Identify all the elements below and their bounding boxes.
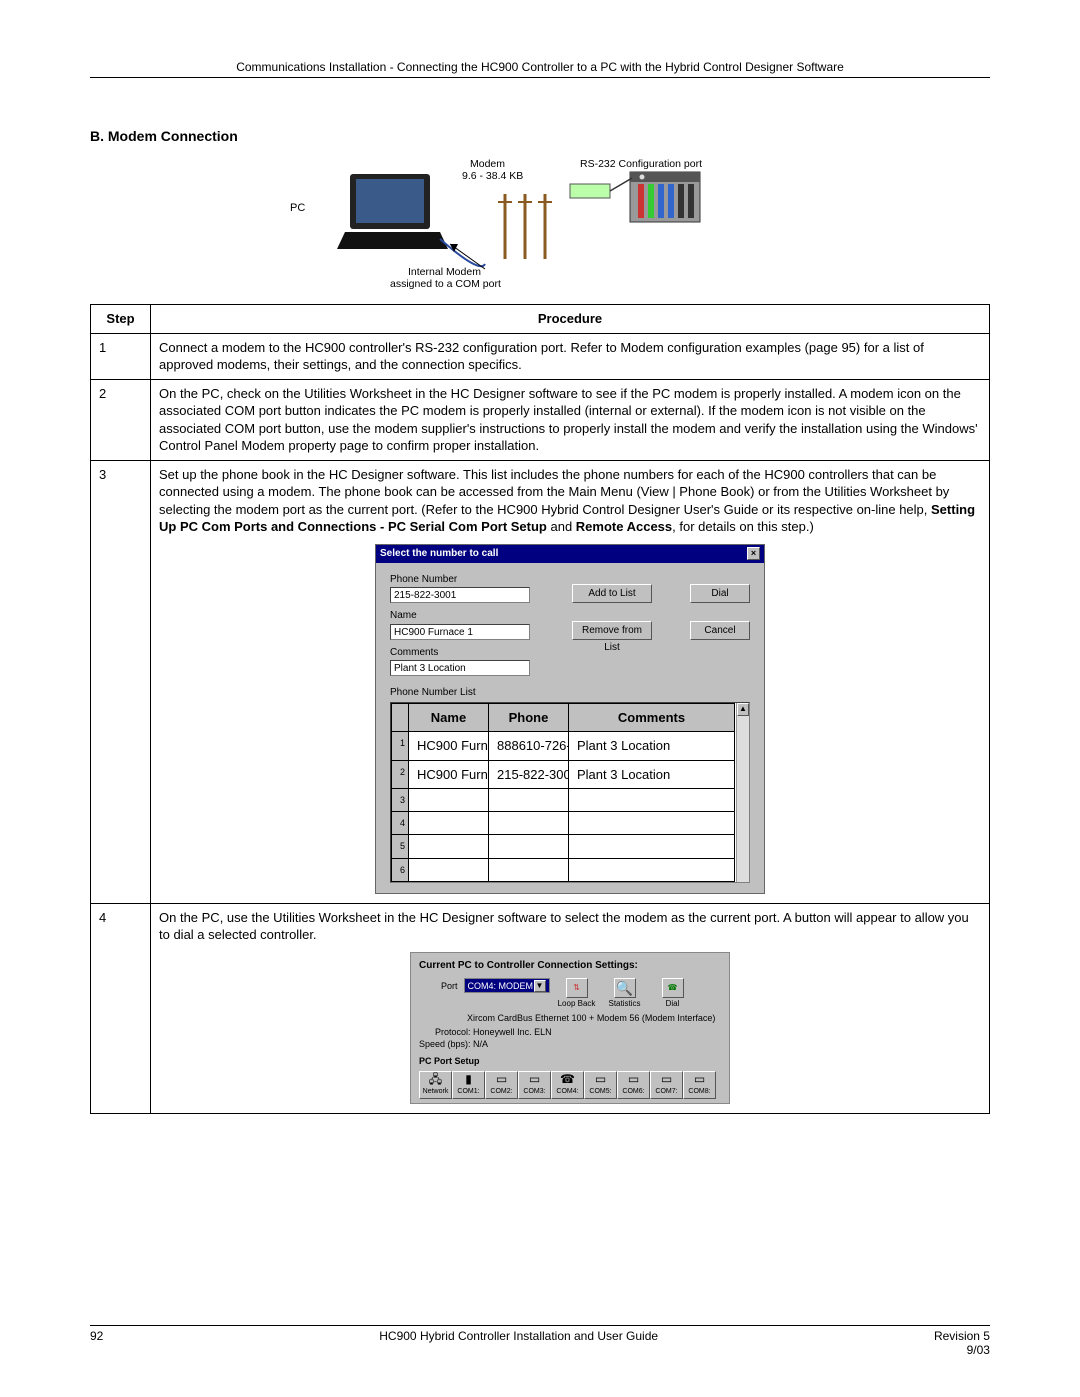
phone-icon: ☎: [668, 983, 678, 994]
section-title: B. Modem Connection: [90, 128, 990, 144]
label-speed: Speed (bps):: [419, 1039, 471, 1049]
label-protocol: Protocol:: [435, 1027, 471, 1037]
diagram-label-pc: PC: [290, 202, 305, 214]
diagram-label-modem-rate: 9.6 - 38.4 KB: [462, 170, 523, 182]
group-title: Current PC to Controller Connection Sett…: [419, 959, 721, 973]
value-speed: N/A: [473, 1039, 488, 1049]
dial-button[interactable]: Dial: [690, 584, 750, 603]
remove-from-list-button[interactable]: Remove from List: [572, 621, 652, 640]
footer-revision: Revision 5: [934, 1329, 990, 1343]
modem-diagram: PC Modem 9.6 - 38.4 KB RS-232 Configurat…: [290, 154, 790, 294]
label-phone: Phone Number: [390, 573, 560, 587]
step-num: 1: [91, 333, 151, 379]
grid-col-name: Name: [409, 703, 489, 732]
label-pc-port-setup: PC Port Setup: [419, 1055, 721, 1067]
port-button[interactable]: ▭COM6:: [617, 1071, 650, 1099]
page-footer: 92 HC900 Hybrid Controller Installation …: [90, 1325, 990, 1357]
cancel-button[interactable]: Cancel: [690, 621, 750, 640]
diagram-label-internal2: assigned to a COM port: [390, 278, 501, 290]
value-protocol: Honeywell Inc. ELN: [473, 1027, 552, 1037]
step-text: On the PC, check on the Utilities Worksh…: [151, 379, 990, 460]
grid-col-phone: Phone: [489, 703, 569, 732]
step-num: 3: [91, 460, 151, 903]
connection-settings-panel: Current PC to Controller Connection Sett…: [410, 952, 730, 1104]
table-row[interactable]: 2HC900 Furnace 1215-822-3001Plant 3 Loca…: [392, 760, 735, 789]
phone-input[interactable]: 215-822-3001: [390, 587, 530, 603]
xircom-line: Xircom CardBus Ethernet 100 + Modem 56 (…: [467, 1012, 721, 1024]
comments-input[interactable]: Plant 3 Location: [390, 660, 530, 676]
port-select[interactable]: COM4: MODEM▼: [464, 978, 550, 993]
page-header: Communications Installation - Connecting…: [90, 60, 990, 78]
footer-date: 9/03: [967, 1343, 990, 1357]
port-button[interactable]: ▭COM7:: [650, 1071, 683, 1099]
label-name: Name: [390, 609, 560, 623]
procedure-table: Step Procedure 1 Connect a modem to the …: [90, 304, 990, 1114]
footer-title: HC900 Hybrid Controller Installation and…: [379, 1329, 658, 1357]
grid-scrollbar[interactable]: ▲: [736, 703, 749, 882]
step-text: Set up the phone book in the HC Designer…: [151, 460, 990, 903]
col-step: Step: [91, 305, 151, 334]
table-row[interactable]: 4: [392, 812, 735, 835]
table-row[interactable]: 5: [392, 835, 735, 858]
step-text: Connect a modem to the HC900 controller'…: [151, 333, 990, 379]
table-row[interactable]: 1HC900 Furnace 2888610-726-4530Plant 3 L…: [392, 732, 735, 761]
close-icon[interactable]: ×: [747, 547, 760, 560]
diagram-label-internal1: Internal Modem: [408, 266, 481, 278]
step-num: 2: [91, 379, 151, 460]
port-button[interactable]: ▭COM2:: [485, 1071, 518, 1099]
port-button[interactable]: 🖧Network: [419, 1071, 452, 1099]
diagram-label-modem: Modem: [470, 158, 505, 170]
port-button[interactable]: ▭COM3:: [518, 1071, 551, 1099]
loopback-icon: ⇅: [573, 983, 580, 994]
label-port: Port: [441, 978, 458, 992]
add-to-list-button[interactable]: Add to List: [572, 584, 652, 603]
grid-col-comments: Comments: [569, 703, 735, 732]
phonebook-dialog: Select the number to call × Phone Number…: [375, 544, 765, 894]
port-button[interactable]: ☎COM4:: [551, 1071, 584, 1099]
table-row[interactable]: 3: [392, 789, 735, 812]
port-button[interactable]: ▮COM1:: [452, 1071, 485, 1099]
label-phone-list: Phone Number List: [390, 686, 750, 700]
magnify-icon: 🔍: [616, 979, 633, 998]
statistics-button[interactable]: 🔍 Statistics: [604, 978, 646, 1010]
step-num: 4: [91, 903, 151, 1113]
dial-button[interactable]: ☎ Dial: [652, 978, 694, 1010]
step-text: On the PC, use the Utilities Worksheet i…: [151, 903, 990, 1113]
chevron-down-icon[interactable]: ▼: [534, 980, 546, 992]
name-input[interactable]: HC900 Furnace 1: [390, 624, 530, 640]
col-procedure: Procedure: [151, 305, 990, 334]
dialog-title: Select the number to call: [380, 547, 498, 561]
table-row[interactable]: 6: [392, 858, 735, 881]
page-number: 92: [90, 1329, 103, 1357]
phone-list-grid[interactable]: Name Phone Comments 1HC900 Furnace 28886…: [390, 702, 750, 883]
label-comments: Comments: [390, 646, 750, 660]
diagram-label-rs232: RS-232 Configuration port: [580, 158, 702, 170]
loopback-button[interactable]: ⇅ Loop Back: [556, 978, 598, 1010]
port-buttons-row: 🖧Network▮COM1:▭COM2:▭COM3:☎COM4:▭COM5:▭C…: [419, 1071, 721, 1099]
port-button[interactable]: ▭COM8:: [683, 1071, 716, 1099]
dialog-titlebar: Select the number to call ×: [376, 545, 764, 563]
port-button[interactable]: ▭COM5:: [584, 1071, 617, 1099]
